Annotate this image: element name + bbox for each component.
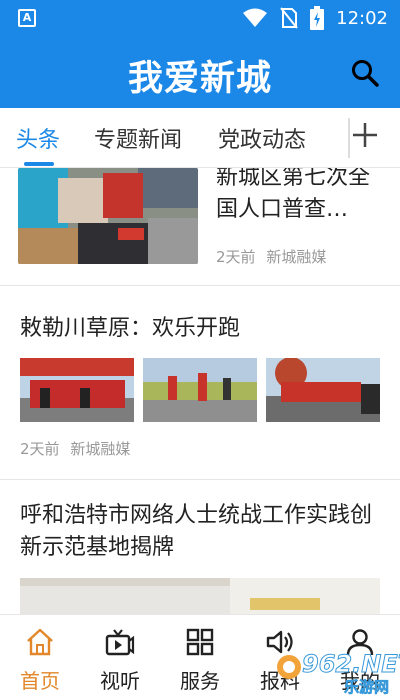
news-image	[143, 358, 257, 422]
news-item[interactable]: 敕勒川草原：欢乐开跑 2天前 新城融媒	[0, 286, 400, 480]
news-title: 新城区第七次全国人口普查…	[216, 168, 371, 222]
news-thumbnail	[20, 578, 380, 614]
news-thumbnail	[18, 168, 198, 264]
app-title: 我爱新城	[127, 59, 272, 99]
tab-special-news[interactable]: 专题新闻	[94, 122, 182, 154]
news-image	[20, 358, 134, 422]
active-tab-indicator	[24, 162, 54, 166]
battery-charging-icon	[310, 6, 325, 30]
news-image	[266, 358, 380, 422]
channel-tab-bar: 头条 专题新闻 党政动态	[0, 108, 400, 168]
app-notification-icon: A	[18, 9, 36, 27]
home-icon	[27, 628, 53, 656]
status-icons: 12:02	[242, 6, 388, 30]
news-item[interactable]: 呼和浩特市网络人士统战工作实践创新示范基地揭牌	[0, 480, 400, 614]
add-channel-icon[interactable]	[348, 118, 382, 152]
app-screen: A 12:02 我爱新城 头条 专题新闻 党政动态 新城区第七次全国人口普查… …	[0, 0, 400, 700]
news-source: 新城融媒	[70, 440, 131, 458]
status-bar: A 12:02	[0, 0, 400, 36]
nav-video-label: 视听	[100, 669, 140, 693]
nav-home[interactable]: 首页	[0, 615, 80, 700]
news-meta: 2天前 新城融媒	[20, 438, 130, 459]
news-time: 2天前	[20, 440, 60, 458]
header-bar: 我爱新城	[0, 36, 400, 108]
wifi-icon	[243, 8, 268, 27]
nav-home-label: 首页	[20, 669, 60, 693]
news-title: 敕勒川草原：欢乐开跑	[20, 316, 241, 341]
news-feed[interactable]: 新城区第七次全国人口普查… 2天前 新城融媒 敕勒川草原：欢乐开跑 2天前 新城…	[0, 168, 400, 614]
news-image-row	[20, 358, 380, 422]
video-icon	[105, 629, 135, 656]
watermark-sub: 乐游网	[344, 678, 390, 697]
news-meta: 2天前 新城融媒	[216, 246, 326, 267]
tab-headlines[interactable]: 头条	[16, 122, 60, 154]
nav-video[interactable]: 视听	[80, 615, 160, 700]
news-time: 2天前	[216, 248, 256, 266]
tab-party-affairs[interactable]: 党政动态	[218, 122, 306, 154]
news-source: 新城融媒	[266, 248, 327, 266]
nav-services[interactable]: 服务	[160, 615, 240, 700]
watermark-text: 962.NET	[301, 650, 400, 679]
no-sim-icon	[280, 7, 298, 29]
nav-services-label: 服务	[180, 669, 220, 693]
status-time: 12:02	[336, 7, 388, 29]
grid-icon	[186, 628, 214, 656]
news-title: 呼和浩特市网络人士统战工作实践创新示范基地揭牌	[20, 503, 373, 560]
watermark-logo: 962.NET 乐游网	[274, 650, 400, 698]
news-item[interactable]: 新城区第七次全国人口普查… 2天前 新城融媒	[0, 168, 400, 286]
watermark-icon	[277, 655, 301, 679]
search-icon[interactable]	[350, 58, 380, 88]
